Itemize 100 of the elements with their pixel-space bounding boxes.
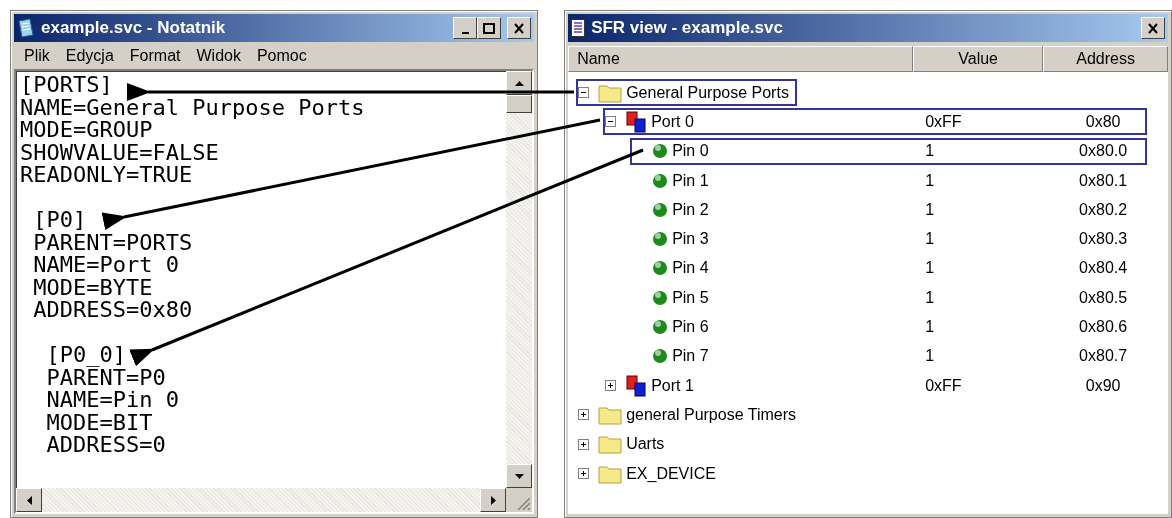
close-button[interactable] <box>507 17 532 39</box>
node-label: Pin 2 <box>672 200 709 219</box>
tree-row[interactable]: Pin 5 1 0x80.5 <box>630 284 1148 312</box>
text-line: [P0] <box>32 209 87 232</box>
address-cell-text: 0x80.4 <box>1078 259 1129 278</box>
maximize-button[interactable] <box>477 17 502 39</box>
value-cell-text: 1 <box>924 142 936 161</box>
text-line: READONLY=TRUE <box>20 164 193 187</box>
expand-icon[interactable] <box>578 409 590 421</box>
value-cell-text: 1 <box>924 259 936 278</box>
node-label: Port 1 <box>651 376 694 395</box>
node-label: Pin 5 <box>672 288 709 307</box>
tree-row[interactable]: Pin 7 1 0x80.7 <box>630 342 1148 370</box>
column-header[interactable]: Name <box>568 46 914 72</box>
value-cell-text: 0xFF <box>924 376 963 395</box>
value-cell-text: 1 <box>924 200 936 219</box>
down-arrow-icon <box>514 471 524 481</box>
tree-row[interactable]: general Purpose Timers <box>576 401 804 429</box>
scroll-left-button[interactable] <box>16 488 42 512</box>
ball-icon <box>652 260 669 277</box>
tree-row[interactable]: Uarts <box>576 430 673 458</box>
collapse-icon[interactable] <box>578 87 590 99</box>
text-area[interactable]: [PORTS] NAME=General Purpose Ports MODE=GROUP SHOWVALUE=FALSE READONLY=TRUE [P0] PARENT=PORTS NAME=Port 0 MODE=BYTE ADDRESS=0x80 [P0_0] PARENT=P0 NAME=Pin 0 MODE=BIT ADDRESS=0 <box>14 69 535 514</box>
tree-row[interactable]: Pin 6 1 0x80.6 <box>630 313 1148 341</box>
text-line: [PORTS] <box>20 74 113 97</box>
collapse-icon[interactable] <box>605 116 617 128</box>
value-cell-text: 1 <box>924 318 936 336</box>
right-arrow-icon <box>488 495 498 505</box>
text-line: MODE=BYTE <box>32 276 153 299</box>
value-cell-text: 0xFF <box>924 112 963 131</box>
minimize-button[interactable] <box>453 17 478 39</box>
text-line: MODE=GROUP <box>20 119 153 142</box>
notepad-icon <box>17 18 35 38</box>
value-cell-text: 1 <box>924 347 936 366</box>
address-cell-text: 0x80 <box>1084 112 1122 131</box>
highlight-frame[interactable]: Port 0 0xFF 0x80 <box>603 108 1148 136</box>
folder-icon <box>598 463 623 484</box>
tree-row[interactable]: Pin 3 1 0x80.3 <box>630 225 1148 253</box>
ball-icon <box>652 348 669 365</box>
text-line: NAME=General Purpose Ports <box>20 96 365 119</box>
text-line: MODE=BIT <box>45 411 153 434</box>
tree-row[interactable]: Pin 1 1 0x80.1 <box>630 167 1148 195</box>
column-header[interactable]: Address <box>1043 46 1168 72</box>
address-cell-text: 0x80.5 <box>1078 288 1129 307</box>
node-label: Pin 0 <box>672 142 709 161</box>
menu-item[interactable]: Format <box>121 46 189 65</box>
node-label: Pin 4 <box>672 259 709 278</box>
node-label: Pin 6 <box>672 318 709 336</box>
tree-row[interactable]: EX_DEVICE <box>576 460 724 487</box>
menu-item[interactable]: Widok <box>188 46 249 65</box>
node-label: Port 0 <box>651 112 694 131</box>
ball-icon <box>652 289 669 306</box>
address-cell-text: 0x90 <box>1084 376 1122 395</box>
left-arrow-icon <box>24 495 34 505</box>
address-cell-text: 0x80.3 <box>1078 230 1129 249</box>
ball-icon <box>652 201 669 218</box>
document-icon <box>571 19 586 37</box>
column-header[interactable]: Value <box>913 46 1044 72</box>
text-line: SHOWVALUE=FALSE <box>20 141 219 164</box>
node-label: Pin 3 <box>672 230 709 249</box>
node-label: General Purpose Ports <box>626 83 789 102</box>
scroll-thumb[interactable] <box>506 95 533 113</box>
menu-item[interactable]: Edycja <box>57 46 122 65</box>
node-label: general Purpose Timers <box>626 405 796 424</box>
address-cell-text: 0x80.6 <box>1078 318 1129 336</box>
tree-row[interactable]: Port 1 0xFF 0x90 <box>603 372 1148 400</box>
address-cell-text: 0x80.7 <box>1078 347 1129 366</box>
close-icon <box>513 22 526 34</box>
address-cell-text: 0x80.1 <box>1078 171 1129 190</box>
value-cell-text: 1 <box>924 171 936 190</box>
folder-icon <box>598 434 623 455</box>
highlight-frame[interactable]: General Purpose Ports <box>576 79 797 107</box>
stacked-squares-icon <box>625 374 648 397</box>
text-line: [P0_0] <box>45 344 126 367</box>
node-label: EX_DEVICE <box>626 464 716 483</box>
menu-item[interactable]: Plik <box>16 46 58 65</box>
expand-icon[interactable] <box>578 438 590 450</box>
up-arrow-icon <box>514 78 524 88</box>
text-line: ADDRESS=0 <box>45 434 166 457</box>
tree-row[interactable]: Pin 2 1 0x80.2 <box>630 196 1148 224</box>
minimize-icon <box>461 32 469 34</box>
scroll-right-button[interactable] <box>480 488 507 512</box>
close-button[interactable] <box>1141 17 1165 39</box>
value-cell-text: 1 <box>924 288 936 307</box>
highlight-frame[interactable]: Pin 0 1 0x80.0 <box>630 137 1148 165</box>
value-cell-text: 1 <box>924 230 936 249</box>
size-grip-icon[interactable] <box>518 498 531 510</box>
stacked-squares-icon <box>625 110 648 133</box>
tree-row[interactable]: Pin 4 1 0x80.4 <box>630 254 1148 282</box>
maximize-icon <box>483 22 496 34</box>
text-line: NAME=Pin 0 <box>45 389 179 412</box>
expand-icon[interactable] <box>605 380 617 392</box>
menu-item[interactable]: Pomoc <box>248 46 315 65</box>
window-title: SFR view - example.svc <box>591 18 784 38</box>
folder-icon <box>598 404 623 425</box>
expand-icon[interactable] <box>578 468 590 479</box>
close-icon <box>1147 22 1159 34</box>
node-label: Pin 1 <box>672 171 709 190</box>
scroll-down-button[interactable] <box>506 464 533 488</box>
node-label: Uarts <box>626 435 665 454</box>
